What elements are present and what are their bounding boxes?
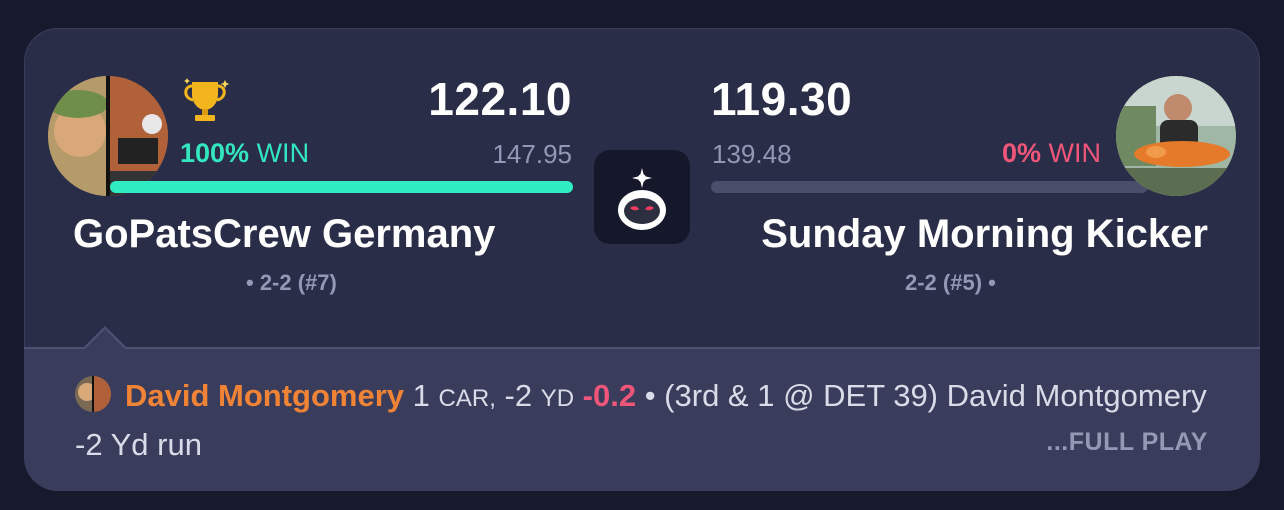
right-win-label: WIN <box>1048 138 1101 168</box>
right-team-record: 2-2 (#5) • <box>905 270 996 295</box>
left-team-record: • 2-2 (#7) <box>246 270 337 295</box>
left-team-name[interactable]: GoPatsCrew Germany <box>73 214 495 254</box>
sleeper-logo-icon <box>618 168 666 230</box>
play-description: David Montgomery 1 CAR, -2 YD -0.2 • (3r… <box>75 373 1215 468</box>
right-score: 119.30 <box>711 73 853 125</box>
feed-pointer-fill <box>85 329 125 349</box>
left-score: 122.10 <box>428 73 572 125</box>
right-projected-score: 139.48 <box>712 139 792 169</box>
player-avatar-image <box>75 376 111 412</box>
right-avatar-image <box>1116 76 1236 196</box>
right-win-pct: 0% <box>1001 138 1041 168</box>
left-win-probability: 100% WIN <box>180 140 309 167</box>
left-projected-score: 147.95 <box>492 139 572 169</box>
left-win-pct: 100% <box>180 138 250 168</box>
right-team-avatar[interactable] <box>1116 76 1236 196</box>
right-team-name[interactable]: Sunday Morning Kicker <box>761 214 1208 254</box>
full-play-link[interactable]: ...FULL PLAY <box>1046 428 1208 457</box>
trophy-icon <box>184 78 230 121</box>
left-avatar-image <box>48 76 168 196</box>
left-win-bar <box>110 181 573 193</box>
player-avatar <box>75 376 111 412</box>
player-name[interactable]: David Montgomery <box>125 378 404 413</box>
left-win-label: WIN <box>256 138 310 168</box>
right-win-probability: 0% WIN <box>1002 140 1101 167</box>
right-win-bar <box>711 181 1148 193</box>
play-points: -0.2 <box>582 378 637 413</box>
yards-value: -2 <box>504 378 533 413</box>
sleeper-logo <box>594 150 690 244</box>
left-team-avatar[interactable] <box>48 76 168 196</box>
carry-count: 1 <box>412 378 430 413</box>
yards-label: YD <box>540 385 575 412</box>
carry-label: CAR, <box>438 385 496 412</box>
